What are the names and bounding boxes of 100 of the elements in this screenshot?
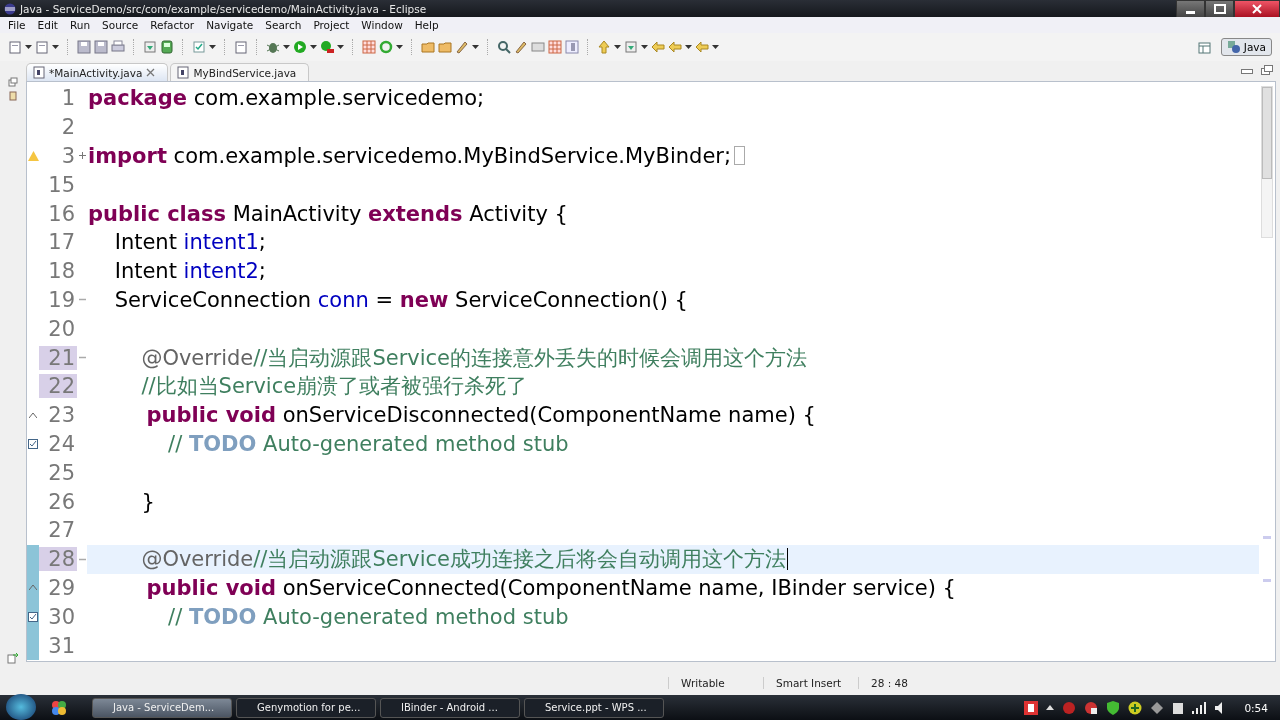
menu-item[interactable]: Navigate [200,19,260,31]
maximize-button[interactable] [1205,0,1234,18]
menu-item[interactable]: Source [96,19,145,31]
device-icon[interactable] [1172,700,1185,715]
caret-icon[interactable] [337,45,344,49]
override-icon [29,412,37,418]
collapse-icon[interactable] [78,557,86,561]
document-icon[interactable] [234,40,248,54]
line-number: 3 [60,144,76,168]
menu-item[interactable]: Window [355,19,409,31]
java-file-icon [33,66,45,79]
line-number: 28 [39,547,77,572]
menu-item[interactable]: Project [307,19,356,31]
start-button[interactable] [6,693,36,720]
code-line: } [140,489,155,514]
folder-icon[interactable] [438,40,452,54]
code-line: // TODO Auto-generated method stub [167,431,569,456]
menu-item[interactable]: Refactor [144,19,201,31]
close-icon [1252,4,1262,14]
caret-icon[interactable] [614,45,621,49]
code-line: package com.example.servicedemo; [88,86,485,111]
caret-icon[interactable] [1046,705,1055,710]
plus-icon[interactable] [1128,700,1143,715]
menu-item[interactable]: Search [259,19,308,31]
code-line: @Override//当启动源跟Service成功连接之后将会自动调用这个方法 [140,546,787,574]
caret-icon[interactable] [25,45,32,49]
clock[interactable]: 0:54 [1244,701,1268,714]
paragraph-icon[interactable] [565,40,579,54]
collapse-icon[interactable] [78,298,86,302]
scrollbar[interactable] [1261,86,1273,238]
caret-icon[interactable] [472,45,479,49]
grid-icon[interactable] [548,40,562,54]
line-number: 26 [47,489,76,514]
folder-icon[interactable] [421,40,435,54]
code-line: @Override//当启动源跟Service的连接意外丢失的时候会调用这个方法 [140,344,808,372]
caret-icon[interactable] [641,45,648,49]
code-line: public void onServiceConnected(ComponentName name, IBinder service) { [145,575,956,600]
minimize-icon[interactable] [1241,69,1253,75]
search-icon[interactable] [497,40,511,54]
bug-icon[interactable] [266,40,280,54]
menu-item[interactable]: File [2,19,32,31]
record-icon[interactable] [1084,700,1099,715]
close-button[interactable] [1234,0,1280,18]
caret-icon[interactable] [712,45,719,49]
collapse-icon[interactable] [78,356,86,360]
pen-icon[interactable] [455,40,469,54]
folded-marker[interactable] [734,146,746,166]
menu-item[interactable]: Help [408,19,445,31]
taskbar-button[interactable]: IBinder - Android ... [380,697,520,718]
restore-icon[interactable] [8,77,18,87]
line-number: 1 [60,86,76,111]
minimize-button[interactable] [1176,0,1205,18]
caret-icon[interactable] [310,45,317,49]
perspective-icon [1226,40,1241,54]
override-icon [29,585,37,591]
code-line: public void onServiceDisconnected(ComponentName name) { [145,403,816,428]
line-number: 21 [39,345,77,370]
download-icon[interactable] [143,40,157,54]
caret-icon[interactable] [396,45,403,49]
java-perspective-button[interactable]: Java [1220,38,1272,56]
code-line: Intent intent2; [113,259,266,284]
line-number: 17 [47,230,76,255]
menu-item[interactable]: Edit [31,19,64,31]
line-number: 15 [47,172,76,197]
checkbox-icon[interactable] [192,40,206,54]
open-perspective-icon[interactable] [1197,40,1212,54]
line-number: 18 [47,259,76,284]
printer-icon[interactable] [111,40,125,54]
warning-icon [27,151,39,161]
editor-tab[interactable]: MyBindService.java [170,63,310,81]
signal-icon[interactable] [1192,701,1207,714]
close-icon[interactable] [146,68,156,77]
line-number: 31 [47,633,76,658]
maximize-icon[interactable] [1261,65,1273,75]
line-number: 16 [47,201,76,226]
caret-icon[interactable] [283,45,290,49]
caret-icon[interactable] [685,45,692,49]
taskbar-button[interactable]: Service.ppt - WPS ... [524,697,664,718]
diamond-icon[interactable] [1150,700,1165,715]
app-launcher-icon[interactable] [50,698,68,717]
menu-item[interactable]: Run [63,19,97,31]
status-field: Smart Insert [763,676,858,689]
line-number: 30 [47,604,76,629]
line-number: 22 [39,374,77,399]
taskbar-button[interactable]: Java - ServiceDem... [92,697,232,718]
editor-tab[interactable]: *MainActivity.java [26,63,169,81]
pen-icon[interactable] [514,40,528,54]
expand-icon[interactable] [78,152,86,160]
code-line: Intent intent1; [113,230,266,255]
code-line: //比如当Service崩溃了或者被强行杀死了 [140,373,528,401]
grid-icon[interactable] [362,40,376,54]
fast-view-icon[interactable] [7,652,19,664]
shield-icon[interactable] [1106,700,1121,715]
line-number: 23 [47,403,76,428]
input-method-icon[interactable] [1024,700,1039,715]
caret-icon[interactable] [209,45,216,49]
caret-icon[interactable] [52,45,59,49]
line-number: 20 [47,316,76,341]
taskbar-button[interactable]: Genymotion for pe... [236,697,376,718]
line-number: 19 [47,287,76,312]
